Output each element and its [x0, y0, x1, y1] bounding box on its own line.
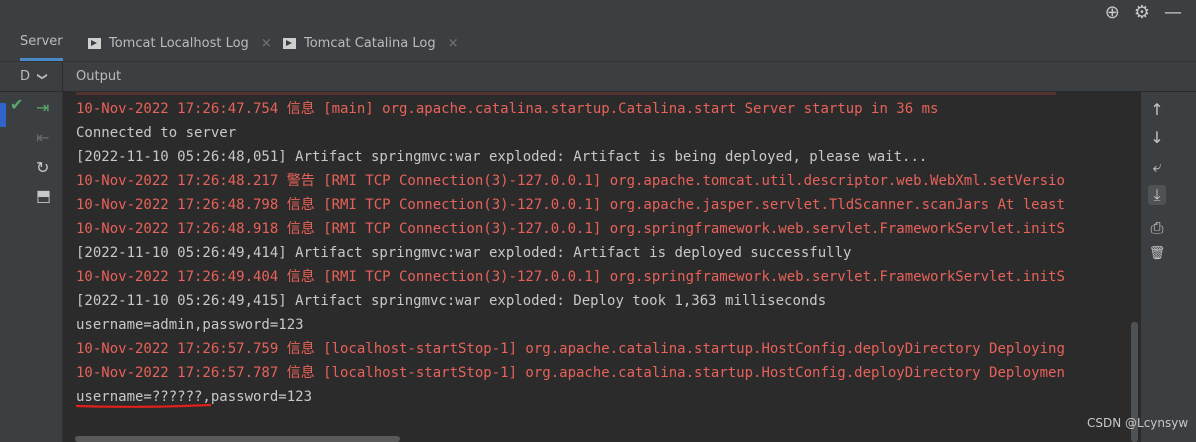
tab-bar: Server Tomcat Localhost Log × Tomcat Cat…	[0, 25, 1196, 62]
target-icon[interactable]: ⊕	[1105, 0, 1120, 25]
arrow-up-icon[interactable]: ↑	[1148, 100, 1166, 119]
output-label: Output	[76, 69, 122, 84]
close-icon[interactable]: ×	[261, 36, 272, 51]
console-output[interactable]: 10-Nov-2022 17:26:47.754 信息 [main] org.a…	[63, 92, 1129, 442]
trash-icon[interactable]: 🗑	[1148, 246, 1166, 261]
dropdown-label: D	[20, 69, 31, 84]
tab-label: Tomcat Localhost Log	[109, 35, 249, 51]
gear-icon[interactable]: ⚙	[1134, 0, 1150, 25]
tab-tomcat-localhost-log[interactable]: Tomcat Localhost Log ×	[88, 25, 272, 61]
console-line: Connected to server	[76, 125, 237, 141]
console-line: 10-Nov-2022 17:26:49.404 信息 [RMI TCP Con…	[76, 269, 1065, 285]
deploy-icon[interactable]: ⇥	[36, 98, 49, 117]
scroll-to-end-icon[interactable]: ⤓	[1148, 185, 1166, 205]
red-underline	[75, 404, 212, 408]
tab-server[interactable]: Server	[20, 25, 63, 61]
horizontal-scrollbar[interactable]	[75, 436, 400, 442]
vertical-scrollbar[interactable]	[1129, 92, 1141, 442]
chevron-down-icon: ❯	[36, 72, 48, 81]
console-line: 10-Nov-2022 17:26:48.217 警告 [RMI TCP Con…	[76, 173, 1065, 189]
left-toolbar	[0, 92, 63, 442]
console-line: 10-Nov-2022 17:26:47.754 信息 [main] org.a…	[76, 101, 939, 117]
tool-window-header: ⊕ ⚙ —	[0, 0, 1196, 25]
console-line: 10-Nov-2022 17:26:48.798 信息 [RMI TCP Con…	[76, 197, 1065, 213]
console-line: [2022-11-10 05:26:49,415] Artifact sprin…	[76, 293, 827, 309]
tab-label: Server	[20, 34, 63, 49]
update-icon[interactable]: ⬒	[36, 186, 51, 205]
check-icon: ✔	[10, 95, 24, 114]
console-line: [2022-11-10 05:26:48,051] Artifact sprin…	[76, 149, 928, 165]
watermark: CSDN @Lcynsyw	[1087, 416, 1189, 430]
console-line: 10-Nov-2022 17:26:57.787 信息 [localhost-s…	[76, 365, 1065, 381]
refresh-icon[interactable]: ↻	[36, 158, 49, 177]
minimize-icon[interactable]: —	[1164, 0, 1182, 25]
selection-marker	[0, 103, 6, 127]
console-line: 10-Nov-2022 17:26:48.918 信息 [RMI TCP Con…	[76, 221, 1065, 237]
run-config-icon	[88, 37, 101, 49]
undeploy-icon[interactable]: ⇤	[36, 128, 49, 147]
soft-wrap-icon[interactable]: ⤶	[1148, 157, 1166, 177]
header-actions: ⊕ ⚙ —	[1105, 0, 1182, 25]
console-line: 10-Nov-2022 17:26:57.759 信息 [localhost-s…	[76, 341, 1065, 357]
tab-tomcat-catalina-log[interactable]: Tomcat Catalina Log ×	[283, 25, 459, 61]
deployment-dropdown[interactable]: D ❯	[0, 62, 63, 91]
close-icon[interactable]: ×	[448, 36, 459, 51]
partial-line	[76, 92, 1056, 95]
console-line: username=admin,password=123	[76, 317, 304, 333]
tab-label: Tomcat Catalina Log	[304, 35, 436, 51]
console-line: [2022-11-10 05:26:49,414] Artifact sprin…	[76, 245, 852, 261]
print-icon[interactable]: ⎙	[1148, 218, 1166, 238]
arrow-down-icon[interactable]: ↓	[1148, 128, 1166, 147]
sub-header: D ❯ Output	[0, 62, 1196, 92]
run-config-icon	[283, 37, 296, 49]
